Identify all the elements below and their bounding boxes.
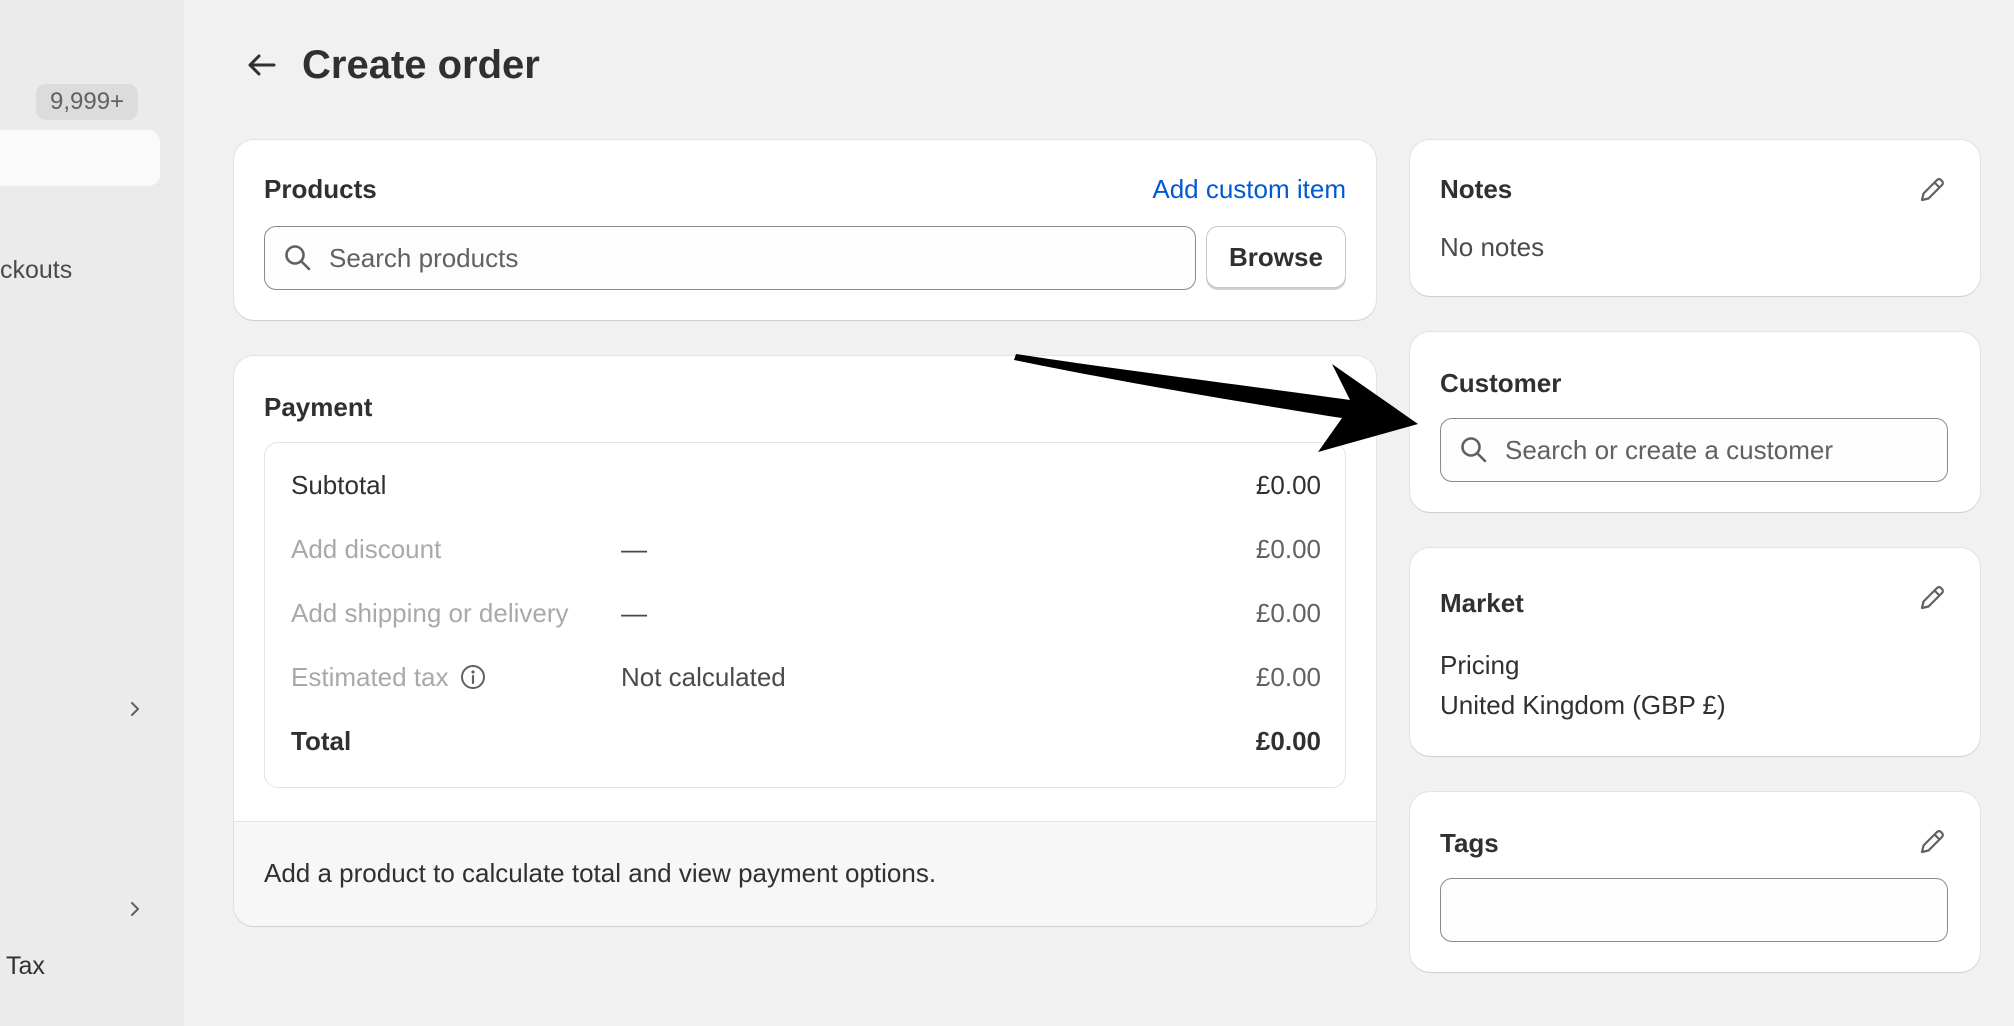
- products-title: Products: [264, 174, 377, 204]
- total-row: Total £0.00: [291, 721, 1321, 761]
- browse-button[interactable]: Browse: [1206, 226, 1346, 288]
- payment-card: Payment Subtotal £0.00 Add discount — £0…: [234, 356, 1376, 926]
- back-arrow-icon[interactable]: [244, 48, 278, 82]
- total-value: £0.00: [1255, 726, 1321, 756]
- tax-detail: Not calculated: [621, 662, 786, 692]
- payment-summary: Subtotal £0.00 Add discount — £0.00 Add …: [264, 442, 1346, 788]
- tags-field[interactable]: [1440, 878, 1948, 942]
- orders-count-badge: 9,999+: [36, 84, 139, 120]
- subtotal-row: Subtotal £0.00: [291, 465, 1321, 505]
- sidebar-item-tax[interactable]: Tax: [6, 952, 45, 981]
- sidebar: 9,999+ ckouts Tax: [0, 0, 184, 1026]
- discount-row: Add discount — £0.00: [291, 529, 1321, 569]
- tags-card: Tags: [1410, 792, 1980, 972]
- chevron-right-icon[interactable]: [128, 902, 142, 916]
- customer-search-field[interactable]: [1440, 418, 1948, 482]
- search-icon: [1461, 437, 1487, 463]
- add-custom-item-link[interactable]: Add custom item: [1152, 174, 1346, 205]
- page-title: Create order: [302, 42, 540, 87]
- search-icon: [285, 245, 311, 271]
- estimated-tax-text: Estimated tax: [291, 662, 449, 692]
- pencil-icon[interactable]: [1916, 582, 1948, 614]
- shipping-row: Add shipping or delivery — £0.00: [291, 593, 1321, 633]
- payment-footer: Add a product to calculate total and vie…: [234, 821, 1376, 926]
- market-card: Market Pricing United Kingdom (GBP £): [1410, 548, 1980, 756]
- product-search-field[interactable]: [264, 226, 1196, 290]
- shipping-value: £0.00: [1255, 598, 1321, 628]
- tax-row: Estimated tax Not calculated £0.00: [291, 657, 1321, 697]
- notes-card: Notes No notes: [1410, 140, 1980, 296]
- tags-input[interactable]: [1441, 879, 1947, 941]
- market-pricing-value: United Kingdom (GBP £): [1440, 690, 1726, 720]
- total-label: Total: [291, 726, 352, 756]
- info-icon[interactable]: [460, 664, 486, 690]
- pencil-icon[interactable]: [1916, 826, 1948, 858]
- chevron-right-icon[interactable]: [128, 702, 142, 716]
- payment-footer-text: Add a product to calculate total and vie…: [264, 858, 937, 888]
- pencil-icon[interactable]: [1916, 174, 1948, 206]
- main-content: Create order Products Add custom item Br…: [184, 0, 2014, 1026]
- tags-title: Tags: [1440, 828, 1499, 858]
- sidebar-item-selected[interactable]: [0, 130, 160, 186]
- add-shipping-link[interactable]: Add shipping or delivery: [291, 593, 569, 633]
- estimated-tax-label: Estimated tax: [291, 657, 486, 697]
- subtotal-label: Subtotal: [291, 470, 387, 500]
- sidebar-item-abandoned-checkouts[interactable]: ckouts: [0, 256, 72, 285]
- customer-search-input[interactable]: [1503, 433, 1947, 467]
- notes-title: Notes: [1440, 174, 1513, 204]
- add-discount-link[interactable]: Add discount: [291, 529, 441, 569]
- page-header: Create order: [244, 40, 540, 90]
- discount-detail: —: [621, 534, 647, 564]
- notes-body: No notes: [1440, 232, 1545, 262]
- products-card: Products Add custom item Browse: [234, 140, 1376, 320]
- market-title: Market: [1440, 588, 1524, 618]
- market-pricing-label: Pricing: [1440, 650, 1520, 680]
- product-search-input[interactable]: [327, 241, 1195, 275]
- tax-value: £0.00: [1255, 662, 1321, 692]
- customer-title: Customer: [1440, 368, 1562, 398]
- discount-value: £0.00: [1255, 534, 1321, 564]
- payment-title: Payment: [264, 392, 373, 422]
- subtotal-value: £0.00: [1255, 470, 1321, 500]
- shipping-detail: —: [621, 598, 647, 628]
- customer-card: Customer: [1410, 332, 1980, 512]
